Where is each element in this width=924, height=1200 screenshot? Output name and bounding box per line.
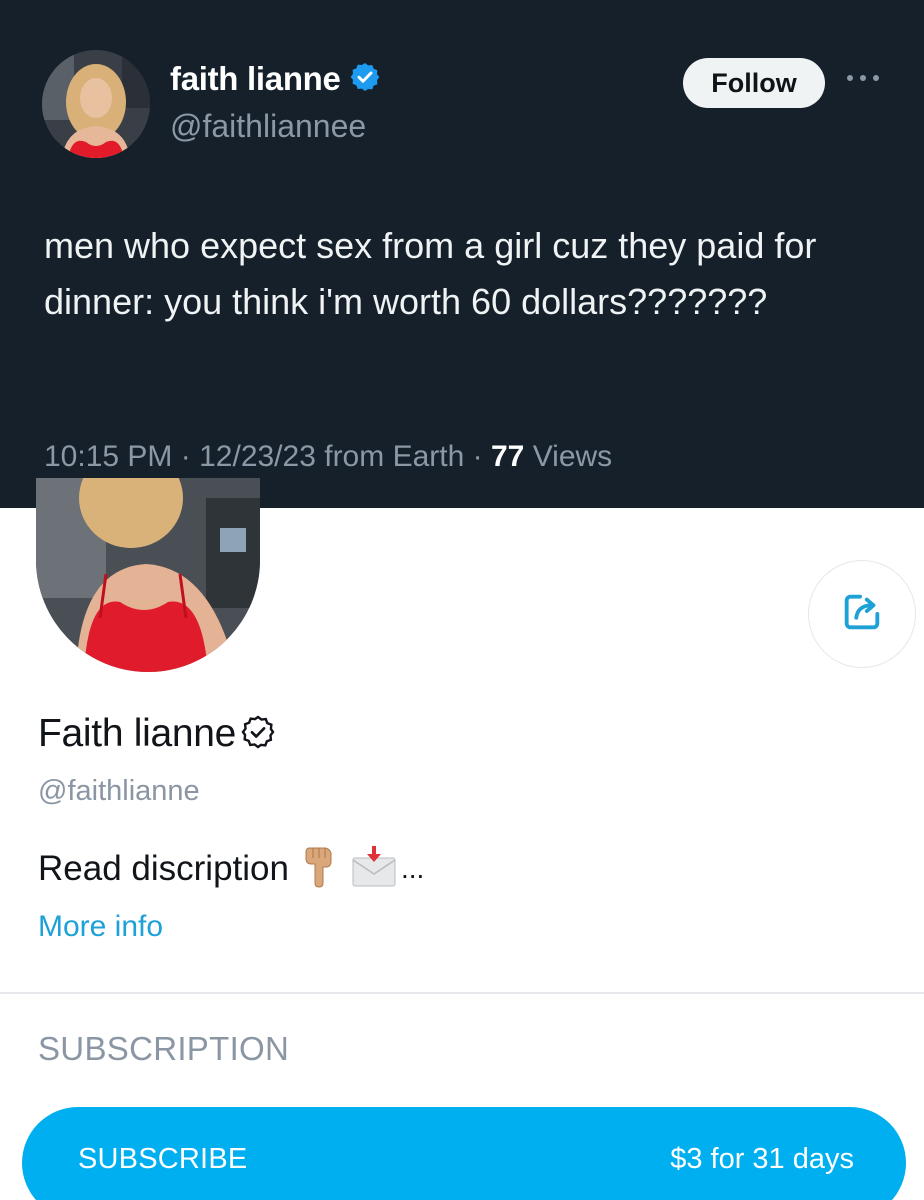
- share-icon: [839, 589, 885, 640]
- more-dots-icon[interactable]: [838, 58, 888, 98]
- tweet-author-name[interactable]: faith lianne: [170, 60, 341, 98]
- bio-text: Read discription: [38, 848, 289, 888]
- tweet-source: from Earth: [324, 440, 465, 473]
- subscribe-button[interactable]: SUBSCRIBE $3 for 31 days: [22, 1107, 906, 1200]
- subscribe-price: $3 for 31 days: [670, 1143, 854, 1175]
- bio-ellipsis: ...: [400, 852, 425, 884]
- verified-outline-icon: [240, 714, 276, 755]
- profile-bio: Read discription ...: [38, 844, 424, 893]
- envelope-with-arrow-icon: [351, 844, 397, 893]
- tweet-author-avatar[interactable]: [42, 50, 150, 158]
- tweet-text: men who expect sex from a girl cuz they …: [44, 225, 817, 322]
- tweet-author-row: faith lianne: [170, 60, 381, 98]
- tweet-views-label: Views: [532, 440, 613, 473]
- tweet-card: faith lianne @faithliannee Follow men wh…: [0, 0, 924, 508]
- section-divider: [0, 992, 924, 994]
- tweet-date[interactable]: 12/23/23: [199, 440, 316, 473]
- share-button[interactable]: [808, 560, 916, 668]
- subscription-section-title: SUBSCRIPTION: [38, 1030, 290, 1067]
- verified-badge-icon: [349, 61, 381, 98]
- subscribe-label: SUBSCRIBE: [78, 1143, 248, 1175]
- meta-separator: ·: [472, 440, 483, 473]
- tweet-meta: 10:15 PM · 12/23/23 from Earth · 77 View…: [44, 440, 612, 474]
- profile-handle: @faithlianne: [38, 775, 200, 807]
- meta-separator: ·: [180, 440, 191, 473]
- backhand-index-pointing-down-icon: [303, 844, 337, 893]
- follow-button[interactable]: Follow: [683, 58, 825, 108]
- tweet-author-handle[interactable]: @faithliannee: [170, 108, 366, 145]
- profile-name: Faith lianne: [38, 712, 237, 755]
- tweet-views-count[interactable]: 77: [491, 440, 524, 473]
- profile-name-row: Faith lianne: [38, 712, 276, 756]
- more-info-link[interactable]: More info: [38, 910, 163, 944]
- profile-avatar[interactable]: [36, 478, 260, 672]
- tweet-time[interactable]: 10:15 PM: [44, 440, 172, 473]
